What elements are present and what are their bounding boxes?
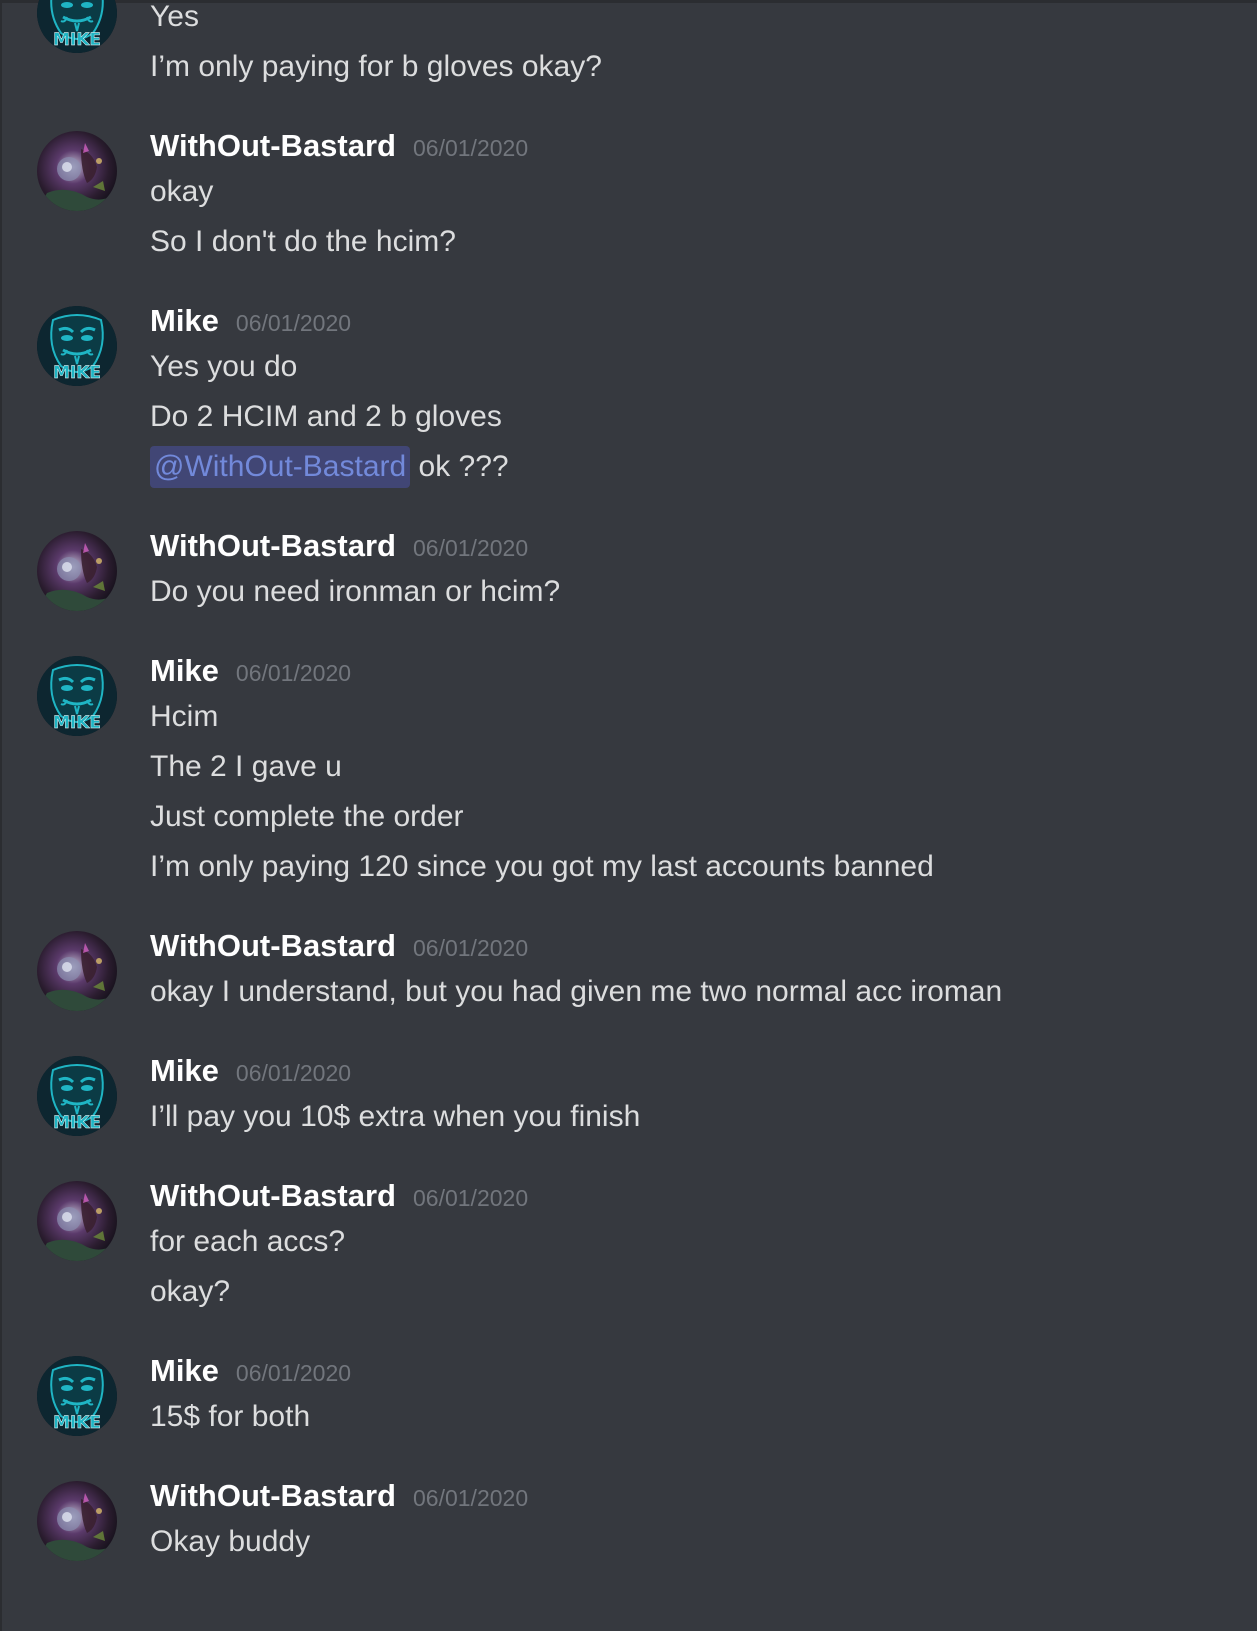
message-text-fragment: ok ???	[410, 450, 509, 483]
message-timestamp: 06/01/2020	[235, 310, 352, 336]
message-header: Mike 06/01/2020	[150, 303, 351, 343]
user-mention[interactable]: @WithOut-Bastard	[150, 446, 411, 488]
chat-messages-area: MIKE Yes I’m only paying for b gloves oka…	[0, 0, 1257, 1631]
fantasy-character-icon	[37, 931, 117, 1011]
message-text: okay	[150, 175, 214, 208]
message-header: WithOut-Bastard 06/01/2020	[150, 528, 528, 568]
avatar[interactable]	[37, 931, 117, 1011]
message-text: for each accs?	[150, 1225, 346, 1258]
avatar[interactable]: MIKE	[37, 1056, 117, 1136]
avatar[interactable]	[37, 1181, 117, 1261]
message-header: Mike 06/01/2020	[150, 653, 351, 693]
avatar[interactable]	[37, 1481, 117, 1561]
username[interactable]: WithOut-Bastard	[150, 1478, 396, 1514]
avatar[interactable]: MIKE	[37, 0, 117, 53]
message-text: Yes you do	[150, 350, 298, 383]
avatar-label: MIKE	[53, 363, 101, 383]
message-timestamp: 06/01/2020	[235, 660, 352, 686]
fantasy-character-icon	[37, 1481, 117, 1561]
avatar-label: MIKE	[53, 1113, 101, 1133]
username[interactable]: Mike	[150, 1353, 219, 1389]
message-header: Mike 06/01/2020	[150, 1353, 351, 1393]
guy-fawkes-mask-icon: MIKE	[37, 1056, 117, 1136]
message-text: I’m only paying for b gloves okay?	[150, 50, 602, 83]
message-timestamp: 06/01/2020	[413, 135, 529, 161]
guy-fawkes-mask-icon: MIKE	[37, 1356, 117, 1436]
message-header: Mike 06/01/2020	[150, 1053, 351, 1093]
username[interactable]: WithOut-Bastard	[150, 528, 396, 564]
message-timestamp: 06/01/2020	[235, 1360, 352, 1386]
message-text: Okay buddy	[150, 1525, 311, 1558]
message-timestamp: 06/01/2020	[413, 1185, 529, 1211]
avatar[interactable]: MIKE	[37, 656, 117, 736]
message-text: okay?	[150, 1275, 231, 1308]
message-timestamp: 06/01/2020	[413, 935, 529, 961]
message-text: Hcim	[150, 700, 219, 733]
avatar[interactable]	[37, 131, 117, 211]
message-text: Just complete the order	[150, 800, 464, 833]
username[interactable]: WithOut-Bastard	[150, 1178, 396, 1214]
message-text: So I don't do the hcim?	[150, 225, 456, 258]
message-text: Do you need ironman or hcim?	[150, 575, 561, 608]
message-text: 15$ for both	[150, 1400, 311, 1433]
guy-fawkes-mask-icon: MIKE	[37, 656, 117, 736]
message-timestamp: 06/01/2020	[413, 1485, 529, 1511]
message-text: okay I understand, but you had given me …	[150, 975, 1003, 1008]
message-text: I’m only paying 120 since you got my las…	[150, 850, 934, 883]
message-timestamp: 06/01/2020	[413, 535, 529, 561]
message-header: WithOut-Bastard 06/01/2020	[150, 128, 528, 168]
message-header: WithOut-Bastard 06/01/2020	[150, 1478, 528, 1518]
username[interactable]: WithOut-Bastard	[150, 128, 396, 164]
avatar-label: MIKE	[53, 30, 101, 50]
fantasy-character-icon	[37, 531, 117, 611]
message-text: @WithOut-Bastard ok ???	[150, 445, 509, 489]
avatar[interactable]	[37, 531, 117, 611]
username[interactable]: WithOut-Bastard	[150, 928, 396, 964]
message-header: WithOut-Bastard 06/01/2020	[150, 928, 528, 968]
avatar[interactable]: MIKE	[37, 1356, 117, 1436]
message-text: The 2 I gave u	[150, 750, 342, 783]
message-timestamp: 06/01/2020	[235, 1060, 352, 1086]
guy-fawkes-mask-icon: MIKE	[37, 306, 117, 386]
guy-fawkes-mask-icon: MIKE	[37, 0, 117, 53]
avatar-label: MIKE	[53, 1413, 101, 1433]
message-text: Yes	[150, 0, 199, 33]
message-text: I’ll pay you 10$ extra when you finish	[150, 1100, 641, 1133]
username[interactable]: Mike	[150, 1053, 219, 1089]
message-header: WithOut-Bastard 06/01/2020	[150, 1178, 528, 1218]
avatar-label: MIKE	[53, 713, 101, 733]
fantasy-character-icon	[37, 1181, 117, 1261]
username[interactable]: Mike	[150, 653, 219, 689]
username[interactable]: Mike	[150, 303, 219, 339]
avatar[interactable]: MIKE	[37, 306, 117, 386]
message-text: Do 2 HCIM and 2 b gloves	[150, 400, 502, 433]
fantasy-character-icon	[37, 131, 117, 211]
